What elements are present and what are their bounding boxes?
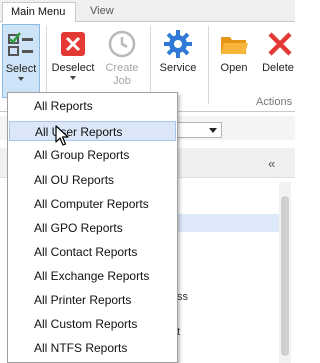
tab-main-menu[interactable]: Main Menu <box>2 2 76 23</box>
ribbon-tab-bar: Main Menu View <box>0 0 295 23</box>
partial-text: ss <box>177 291 188 303</box>
menu-item-all-custom-reports[interactable]: All Custom Reports <box>34 314 174 334</box>
delete-label: Delete <box>262 62 294 74</box>
service-button[interactable]: Service <box>155 24 201 88</box>
create-job-label: Create Job <box>105 62 139 87</box>
select-dropdown-menu: All Reports All User Reports All Group R… <box>7 92 178 363</box>
selected-tree-row[interactable] <box>170 214 280 232</box>
menu-item-all-gpo-reports[interactable]: All GPO Reports <box>34 218 174 238</box>
menu-item-all-computer-reports[interactable]: All Computer Reports <box>34 194 174 214</box>
chevron-down-icon <box>209 128 217 133</box>
select-label: Select <box>5 63 37 75</box>
folder-icon <box>221 37 248 54</box>
menu-item-all-user-reports[interactable]: All User Reports <box>9 121 176 141</box>
chevron-down-icon <box>18 77 24 81</box>
scrollbar-thumb[interactable] <box>281 196 289 356</box>
menu-item-all-reports[interactable]: All Reports <box>34 96 174 116</box>
create-job-button[interactable]: Create Job <box>100 24 144 88</box>
group-label-actions: Actions <box>256 96 293 108</box>
open-button[interactable]: Open <box>214 24 254 88</box>
clock-icon <box>108 30 136 58</box>
tab-view[interactable]: View <box>82 2 122 23</box>
red-x-icon <box>61 32 85 56</box>
open-label: Open <box>220 62 248 74</box>
select-button[interactable]: Select <box>2 24 40 98</box>
service-label: Service <box>159 62 197 74</box>
mouse-cursor-icon <box>55 125 69 146</box>
deselect-label: Deselect <box>51 62 95 74</box>
gear-icon <box>164 30 192 58</box>
ribbon-separator <box>208 26 209 104</box>
menu-item-all-contact-reports[interactable]: All Contact Reports <box>34 242 174 262</box>
red-x-icon <box>268 32 292 56</box>
menu-item-all-exchange-reports[interactable]: All Exchange Reports <box>34 266 174 286</box>
select-checklist-icon <box>8 32 33 56</box>
chevron-down-icon <box>70 76 76 80</box>
delete-button[interactable]: Delete <box>258 24 298 88</box>
deselect-button[interactable]: Deselect <box>50 24 96 88</box>
menu-item-all-group-reports[interactable]: All Group Reports <box>34 145 174 165</box>
menu-item-all-ntfs-reports[interactable]: All NTFS Reports <box>34 338 174 358</box>
menu-item-all-ou-reports[interactable]: All OU Reports <box>34 170 174 190</box>
collapse-panel-icon[interactable]: « <box>268 156 275 171</box>
menu-item-all-printer-reports[interactable]: All Printer Reports <box>34 290 174 310</box>
